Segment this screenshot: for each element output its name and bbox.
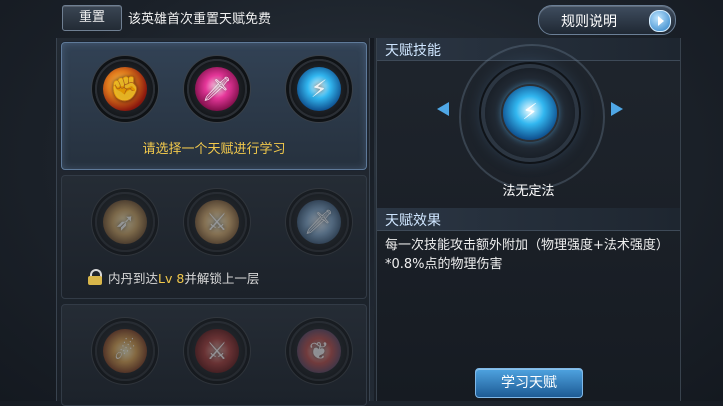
golden-blade-icon[interactable]: ⚔	[187, 192, 247, 252]
rules-button[interactable]: 规则说明	[538, 5, 676, 35]
padlock-icon	[88, 269, 102, 285]
tier-select-hint: 请选择一个天赋进行学习	[142, 142, 286, 157]
unlock-requirement-text: 内丹到达Lv 8并解锁上一层	[108, 271, 260, 286]
lightning-blade-icon[interactable]: ⚡	[289, 59, 349, 119]
effect-description: 每一次技能攻击额外附加（物理强度+法术强度）*0.8%点的物理伤害	[385, 238, 669, 272]
fire-horn-icon[interactable]: ☄	[95, 321, 155, 381]
talent-tree-panel: ✊ 🗡 ⚡ 请选择一个天赋进行学习 ➶ ⚔ 🗡 内丹到达Lv 8并解锁上一层 ☄…	[56, 38, 370, 406]
talent-detail-panel: 天赋技能 ⚡ 法无定法 天赋效果 每一次技能攻击额外附加（物理强度+法术强度）*…	[376, 38, 681, 401]
talent-tier-3: ☄ ⚔ ❦	[61, 304, 367, 406]
crimson-blade-icon[interactable]: ⚔	[187, 321, 247, 381]
steel-sword-icon[interactable]: 🗡	[289, 192, 349, 252]
learn-talent-button[interactable]: 学习天赋	[475, 368, 583, 398]
rules-button-label: 规则说明	[561, 14, 617, 30]
skill-section-title: 天赋技能	[385, 43, 441, 59]
talent-tier-1[interactable]: ✊ 🗡 ⚡ 请选择一个天赋进行学习	[61, 42, 367, 170]
selected-skill-name: 法无定法	[502, 184, 555, 199]
play-arrow-icon	[649, 10, 671, 32]
pink-sword-icon[interactable]: 🗡	[187, 59, 247, 119]
reset-talent-button[interactable]: 重置	[62, 5, 122, 31]
golden-spear-icon[interactable]: ➶	[95, 192, 155, 252]
right-wing-ornament-icon	[611, 102, 623, 116]
red-wing-icon[interactable]: ❦	[289, 321, 349, 381]
reset-free-note: 该英雄首次重置天赋免费	[128, 12, 272, 27]
flaming-fist-icon[interactable]: ✊	[95, 59, 155, 119]
lightning-blade-icon: ⚡	[503, 86, 557, 140]
effect-section-header: 天赋效果	[377, 208, 680, 231]
effect-section-title: 天赋效果	[385, 213, 441, 229]
top-bar: 重置 该英雄首次重置天赋免费 规则说明	[0, 0, 723, 36]
panel-divider	[370, 38, 374, 401]
unlock-level: Lv 8	[158, 271, 185, 286]
talent-tier-2: ➶ ⚔ 🗡 内丹到达Lv 8并解锁上一层	[61, 175, 367, 299]
left-wing-ornament-icon	[437, 102, 449, 116]
